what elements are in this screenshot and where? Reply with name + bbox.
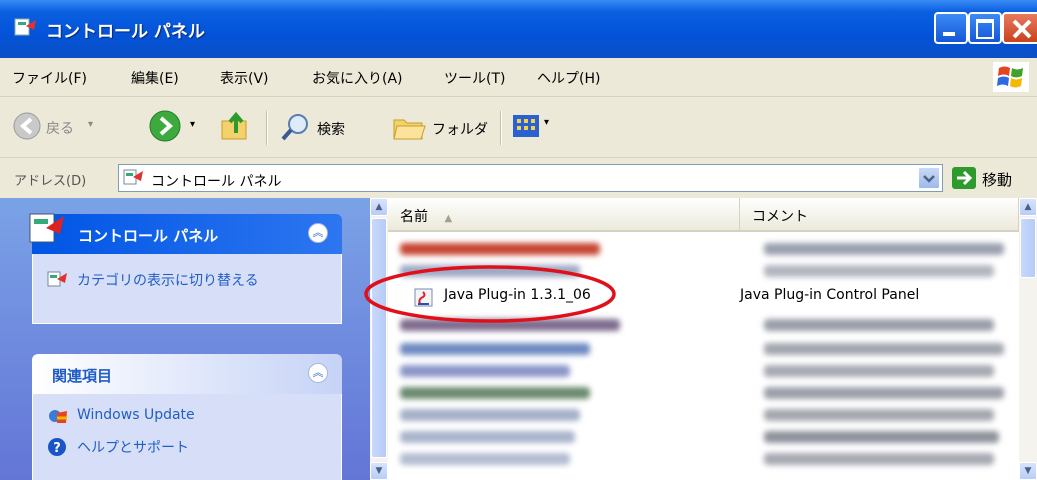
search-icon <box>281 114 308 141</box>
menu-favorites[interactable]: お気に入り(A) <box>312 68 403 88</box>
column-header-name-label: 名前 <box>400 209 428 225</box>
windows-logo-icon <box>993 62 1029 92</box>
go-label[interactable]: 移動 <box>982 169 1012 190</box>
forward-dropdown-icon[interactable]: ▾ <box>190 119 195 130</box>
control-panel-small-icon <box>47 271 67 287</box>
list-item[interactable] <box>392 404 1017 426</box>
scroll-up-icon[interactable]: ▲ <box>1019 198 1037 216</box>
maximize-button[interactable] <box>968 12 1002 44</box>
go-arrow-icon <box>957 170 973 186</box>
switch-to-category-view-link[interactable]: カテゴリの表示に切り替える <box>47 268 337 292</box>
right-vertical-scrollbar[interactable]: ▲ ▼ <box>1019 198 1037 480</box>
menu-tools[interactable]: ツール(T) <box>444 68 505 88</box>
menu-bar: ファイル(F) 編集(E) 表示(V) お気に入り(A) ツール(T) ヘルプ(… <box>0 58 1037 97</box>
search-button[interactable]: 検索 <box>275 109 375 145</box>
control-panel-icon <box>123 169 143 185</box>
close-icon <box>1012 19 1032 39</box>
left-vertical-scrollbar[interactable]: ▲ ▼ <box>370 198 388 480</box>
menu-help[interactable]: ヘルプ(H) <box>537 68 600 88</box>
menu-file[interactable]: ファイル(F) <box>12 68 87 88</box>
standard-toolbar: 戻る ▾ ▾ 検索 フォルダ ▾ <box>0 97 1037 158</box>
folder-icon <box>393 119 426 140</box>
highlight-annotation-ellipse <box>364 265 616 323</box>
svg-text:?: ? <box>53 441 61 456</box>
back-arrow-icon <box>13 112 41 140</box>
windows-update-icon <box>49 410 67 423</box>
back-dropdown-icon[interactable]: ▾ <box>88 119 93 130</box>
search-label: 検索 <box>317 122 345 138</box>
chevron-down-icon <box>923 175 935 183</box>
forward-arrow-icon <box>149 110 181 142</box>
menu-edit[interactable]: 編集(E) <box>131 68 179 88</box>
switch-to-category-view-label: カテゴリの表示に切り替える <box>77 273 259 289</box>
file-list: ▲ ▼ 名前 ▲ コメント Java Plug-in 1.3.1_06 Java… <box>370 198 1037 480</box>
address-bar: アドレス(D) コントロール パネル 移動 <box>0 158 1037 198</box>
scroll-up-icon[interactable]: ▲ <box>370 198 388 216</box>
toolbar-separator <box>266 111 268 145</box>
control-panel-section: コントロール パネル ︽ カテゴリの表示に切り替える <box>29 213 342 324</box>
go-button[interactable] <box>952 167 976 189</box>
control-panel-large-icon <box>29 213 64 243</box>
java-plugin-comment: Java Plug-in Control Panel <box>740 287 920 303</box>
help-icon: ? <box>48 438 66 456</box>
help-and-support-link[interactable]: ? ヘルプとサポート <box>47 436 327 458</box>
folders-label: フォルダ <box>432 122 488 138</box>
toolbar-separator <box>500 111 502 145</box>
control-panel-section-header[interactable]: コントロール パネル ︽ <box>29 213 342 254</box>
column-header-comment[interactable]: コメント <box>740 198 1019 232</box>
scroll-thumb[interactable] <box>371 218 387 458</box>
address-dropdown-button[interactable] <box>918 167 940 189</box>
back-button[interactable]: 戻る ▾ <box>8 109 138 145</box>
address-label: アドレス(D) <box>14 174 87 189</box>
windows-update-label: Windows Update <box>77 407 195 423</box>
views-icon <box>513 115 539 137</box>
views-dropdown-icon: ▾ <box>544 117 550 128</box>
address-value: コントロール パネル <box>151 174 282 190</box>
windows-update-link[interactable]: Windows Update <box>47 406 327 428</box>
list-item[interactable] <box>392 238 1017 260</box>
related-section-body: Windows Update ? ヘルプとサポート <box>32 394 342 480</box>
forward-button[interactable]: ▾ <box>146 109 216 145</box>
list-item[interactable] <box>392 338 1017 360</box>
back-label: 戻る <box>46 121 74 137</box>
folders-button[interactable]: フォルダ <box>388 109 498 145</box>
list-item[interactable] <box>392 360 1017 382</box>
sort-ascending-icon: ▲ <box>444 213 453 224</box>
control-panel-section-title: コントロール パネル <box>78 227 219 245</box>
list-item[interactable] <box>392 382 1017 404</box>
scroll-thumb[interactable] <box>1020 218 1036 278</box>
column-header-name[interactable]: 名前 ▲ <box>388 198 740 232</box>
task-pane: コントロール パネル ︽ カテゴリの表示に切り替える 関連項目 ︽ Window… <box>0 198 370 480</box>
control-panel-section-body: カテゴリの表示に切り替える <box>32 254 342 324</box>
related-section-title: 関連項目 <box>52 367 113 385</box>
address-field[interactable]: コントロール パネル <box>118 164 943 192</box>
collapse-chevron-icon[interactable]: ︽ <box>308 223 328 243</box>
control-panel-icon <box>14 18 36 36</box>
window-title: コントロール パネル <box>46 22 205 42</box>
related-section: 関連項目 ︽ Windows Update ? ヘルプとサポート <box>32 354 342 480</box>
collapse-chevron-icon[interactable]: ︽ <box>308 363 328 383</box>
up-folder-icon[interactable] <box>218 109 252 143</box>
scroll-down-icon[interactable]: ▼ <box>370 462 388 480</box>
list-item[interactable] <box>392 448 1017 470</box>
close-button[interactable] <box>1002 12 1037 44</box>
menu-view[interactable]: 表示(V) <box>220 68 269 88</box>
list-item[interactable] <box>392 426 1017 448</box>
related-section-header[interactable]: 関連項目 ︽ <box>32 354 342 394</box>
column-header-comment-label: コメント <box>752 209 808 225</box>
title-bar[interactable]: コントロール パネル <box>0 0 1037 58</box>
scroll-down-icon[interactable]: ▼ <box>1019 462 1037 480</box>
explorer-window: コントロール パネル ファイル(F) 編集(E) 表示(V) お気に入り(A) … <box>0 0 1037 480</box>
minimize-button[interactable] <box>934 12 968 44</box>
help-and-support-label: ヘルプとサポート <box>77 440 189 456</box>
views-button[interactable]: ▾ <box>510 109 560 145</box>
